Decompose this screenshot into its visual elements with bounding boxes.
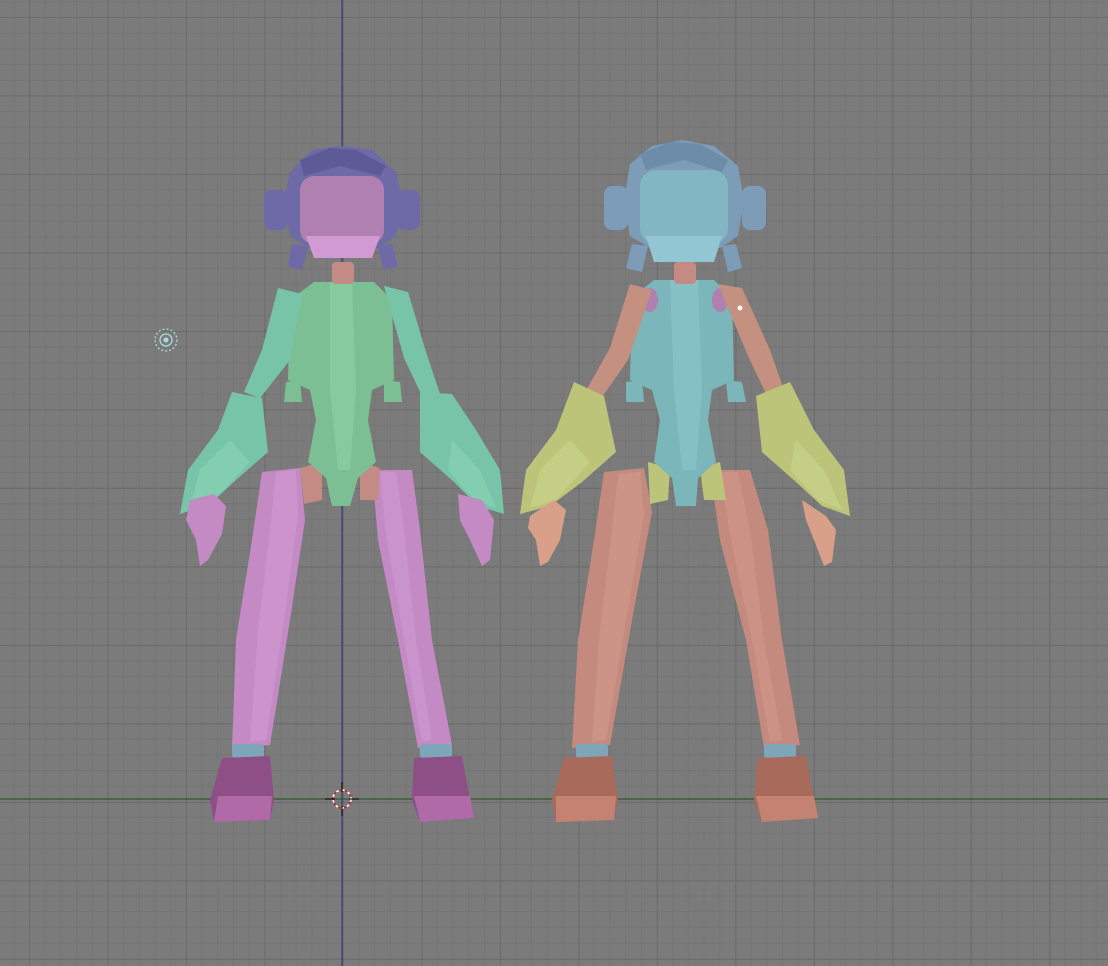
lamp-icon[interactable] — [154, 328, 178, 352]
left-face — [300, 176, 384, 244]
viewport-canvas[interactable] — [0, 0, 1108, 966]
character-right[interactable] — [520, 140, 850, 822]
selected-vertex[interactable] — [737, 305, 743, 311]
3d-viewport[interactable] — [0, 0, 1108, 966]
right-face — [640, 170, 728, 244]
